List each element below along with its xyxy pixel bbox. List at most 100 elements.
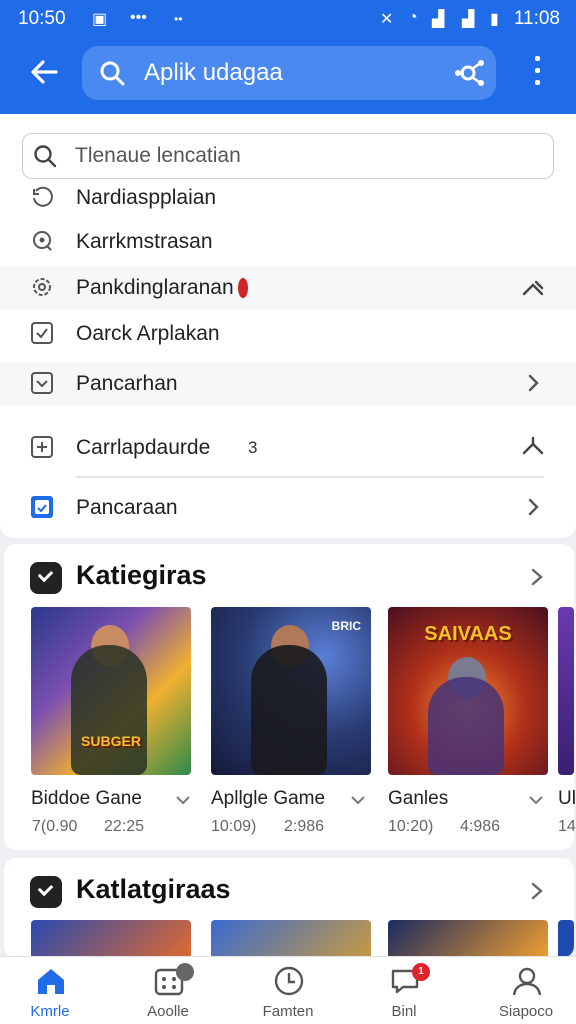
game-tile[interactable] — [388, 920, 548, 958]
suggestion-label: Pancarhan — [76, 372, 178, 395]
suggestion-item[interactable]: Pankdinglaranan — [0, 266, 576, 310]
game-name[interactable]: Ganles — [388, 788, 448, 810]
search-query-text: Aplik udagaa — [144, 59, 283, 86]
game-tile[interactable]: SAIVAAS — [388, 607, 548, 775]
notification-icon: ▣ — [92, 11, 108, 28]
character-figure — [428, 677, 504, 775]
dots-icon: •• — [174, 12, 183, 26]
chevron-right-icon[interactable] — [522, 372, 544, 394]
divider — [76, 476, 544, 478]
search-placeholder: Tlenaue lencatian — [75, 144, 241, 167]
category-title[interactable]: Katiegiras — [76, 560, 207, 591]
game-meta: 10:20) — [388, 818, 434, 835]
game-meta: 7(0.90 — [32, 818, 78, 835]
game-tile[interactable] — [558, 920, 574, 958]
back-arrow-icon[interactable] — [28, 56, 60, 88]
chevron-down-icon[interactable] — [175, 794, 191, 806]
dropdown-box-icon — [31, 372, 53, 394]
game-banner: SAIVAAS — [424, 623, 512, 645]
game-artwork — [558, 607, 574, 775]
nav-badge: 1 — [412, 963, 430, 981]
history-icon — [33, 186, 53, 207]
game-tile[interactable] — [558, 607, 574, 775]
plus-box-icon — [31, 436, 53, 458]
bottom-navigation: Kmrle Aoolle Famten 1 Binl Siapoco — [0, 956, 576, 1024]
chevron-down-icon[interactable] — [350, 794, 366, 806]
character-figure — [71, 645, 147, 775]
app-icon — [31, 496, 53, 518]
suggestion-label: Pancaraan — [76, 496, 178, 519]
search-icon — [34, 145, 57, 168]
status-time-right: 11:08 — [513, 8, 560, 29]
chevron-right-icon[interactable] — [522, 496, 544, 518]
person-icon — [512, 967, 542, 996]
game-meta: 4:986 — [460, 818, 501, 835]
status-bar: 10:50 ▣ ••• •• ✕ ◔ ▟ ▟ ▮ 11:08 — [0, 0, 576, 38]
nav-label: Famten — [262, 1003, 314, 1020]
game-name[interactable]: Apllgle Game — [211, 788, 325, 810]
nav-profile[interactable]: Siapoco — [478, 957, 574, 1024]
game-name[interactable]: Biddoe Gane — [31, 788, 142, 810]
suggestion-label: Nardiaspplaian — [76, 186, 217, 209]
nav-home[interactable]: Kmrle — [2, 957, 98, 1024]
category-card: Katlatgiraas — [4, 858, 574, 958]
game-meta: 14 — [558, 818, 576, 835]
suggestion-label: Karrkmstrasan — [76, 230, 213, 253]
game-meta: 10:09) — [211, 818, 257, 835]
suggestion-item[interactable]: Pancaraan — [0, 486, 576, 530]
suggestion-label: Carrlapdaurde — [76, 436, 211, 459]
category-title[interactable]: Katlatgiraas — [76, 874, 231, 905]
game-meta: 2:986 — [284, 818, 325, 835]
search-bar[interactable]: Aplik udagaa — [82, 46, 496, 100]
game-banner: SUBGER — [81, 733, 141, 749]
nav-messages[interactable]: 1 Binl — [356, 957, 452, 1024]
suggestion-item[interactable]: Karrkmstrasan — [0, 220, 576, 264]
category-check-icon — [30, 562, 62, 594]
game-tag: BRIC — [331, 619, 361, 633]
signal2-icon: ▟ — [462, 11, 475, 28]
suggestion-item[interactable]: Carrlapdaurde 3 — [0, 426, 576, 470]
suggestion-item[interactable]: Nardiaspplaian — [0, 176, 576, 220]
nav-label: Aoolle — [147, 1003, 189, 1020]
nav-badge — [176, 963, 194, 981]
game-name[interactable]: Ul — [558, 788, 576, 810]
app-bar: 10:50 ▣ ••• •• ✕ ◔ ▟ ▟ ▮ 11:08 Aplik uda… — [0, 0, 576, 114]
battery-icon: ▮ — [490, 11, 499, 28]
search-icon — [100, 61, 125, 86]
suggestion-label: Oarck Arplakan — [76, 322, 220, 345]
suggestion-search-field[interactable]: Tlenaue lencatian — [22, 133, 554, 179]
settings-badge-icon — [33, 278, 51, 296]
suggestion-item[interactable]: Oarck Arplakan — [0, 312, 576, 356]
search-suggestions-panel: Tlenaue lencatian Nardiaspplaian Karrkms… — [0, 114, 576, 538]
location-pin-icon — [33, 231, 52, 251]
more-options-icon[interactable] — [532, 56, 542, 88]
nav-label: Kmrle — [30, 1003, 70, 1020]
collapse-arrow-icon[interactable] — [522, 276, 544, 298]
game-artwork — [211, 920, 371, 958]
mute-icon: ✕ — [380, 11, 394, 28]
category-card: Katiegiras SUBGER Biddoe Gane 7(0.90 22:… — [4, 544, 576, 850]
chevron-right-icon[interactable] — [528, 566, 546, 588]
signal-icon: ▟ — [432, 11, 445, 28]
game-tile[interactable]: SUBGER — [31, 607, 191, 775]
clock-icon — [274, 966, 304, 996]
suggestion-label: Pankdinglaranan — [76, 276, 234, 299]
category-check-icon — [30, 876, 62, 908]
checkbox-icon — [31, 322, 53, 344]
nav-apps[interactable]: Aoolle — [120, 957, 216, 1024]
game-meta: 22:25 — [104, 818, 145, 835]
suggestion-item[interactable]: Pancarhan — [0, 362, 576, 406]
more-status-icon: ••• — [130, 9, 147, 26]
nav-recent[interactable]: Famten — [240, 957, 336, 1024]
filter-network-icon[interactable] — [454, 58, 486, 88]
game-tile[interactable]: BRIC — [211, 607, 371, 775]
chevron-right-icon[interactable] — [528, 880, 546, 902]
nav-label: Siapoco — [498, 1003, 554, 1020]
chevron-down-icon[interactable] — [528, 794, 544, 806]
character-figure — [251, 645, 327, 775]
game-artwork — [31, 920, 191, 958]
game-tile[interactable] — [211, 920, 371, 958]
collapse-arrow-icon[interactable] — [522, 436, 544, 458]
game-tile[interactable] — [31, 920, 191, 958]
status-time: 10:50 — [18, 8, 66, 29]
